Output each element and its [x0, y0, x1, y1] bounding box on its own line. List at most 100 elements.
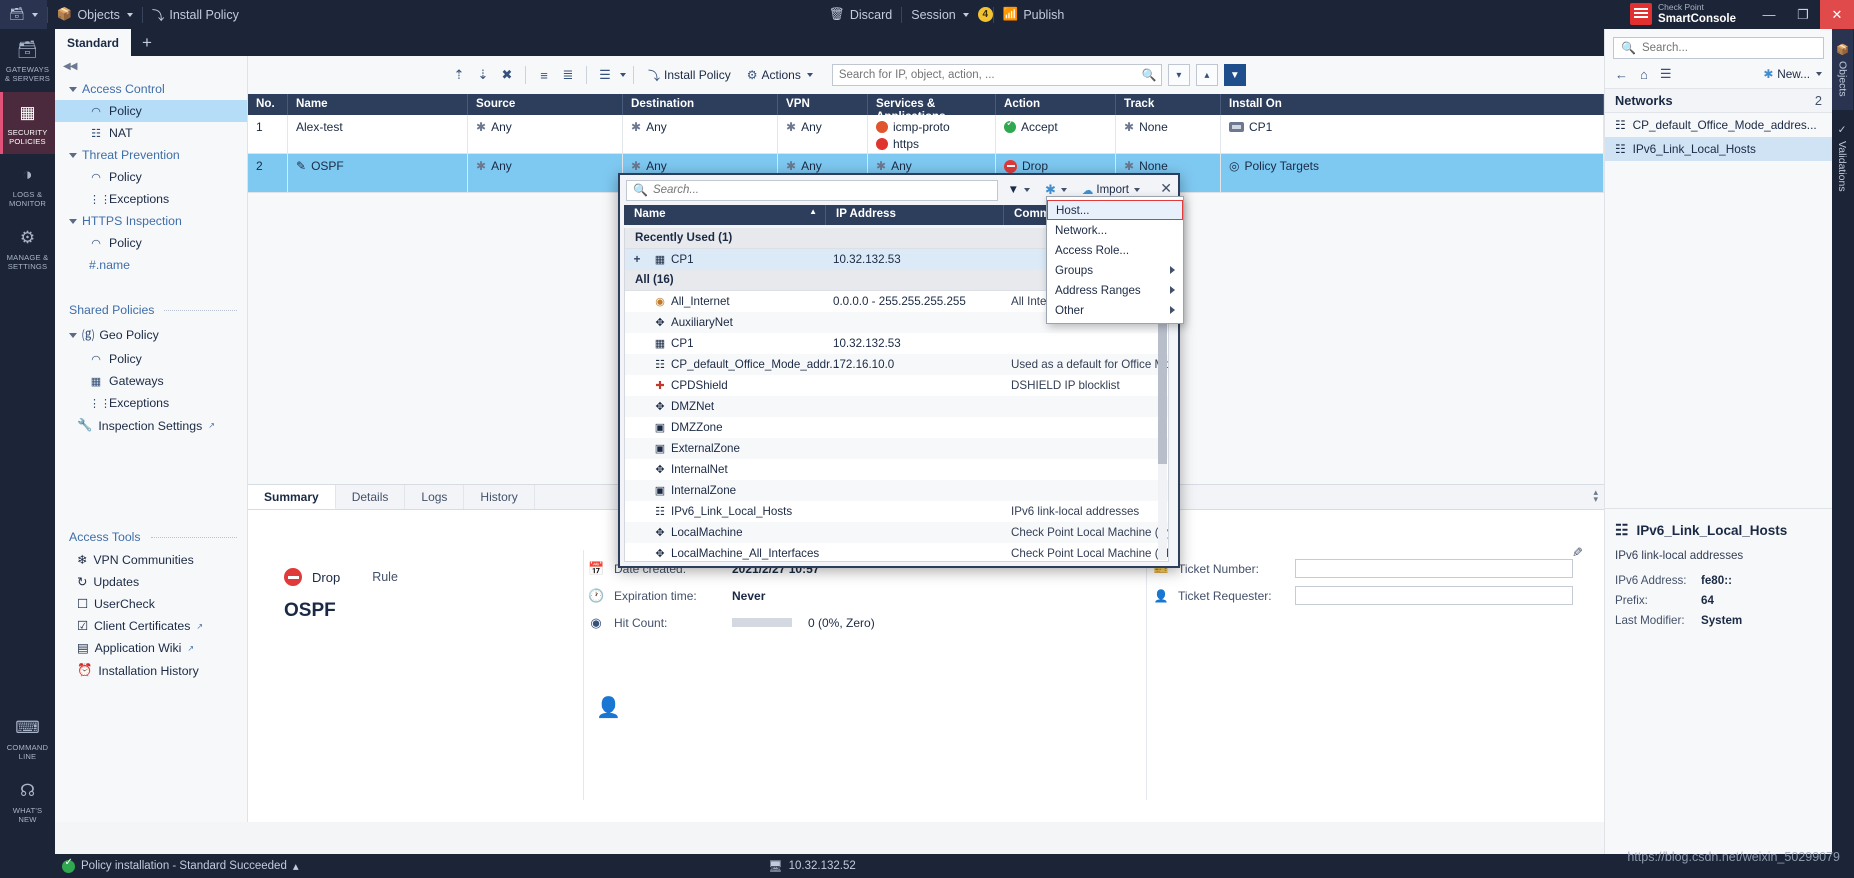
- tab-details[interactable]: Details: [336, 485, 406, 509]
- col-object-name[interactable]: Name ▲: [624, 205, 826, 225]
- nav-item-nat[interactable]: ☷ NAT: [55, 122, 247, 144]
- tab-logs[interactable]: Logs: [405, 485, 465, 509]
- nav-item-geo-exceptions[interactable]: ⋮⋮ Exceptions: [55, 392, 247, 414]
- list-item[interactable]: ▦ CP1 10.32.132.53: [625, 333, 1168, 354]
- menu-item-address-ranges[interactable]: Address Ranges: [1047, 280, 1183, 300]
- col-no[interactable]: No.: [248, 94, 288, 115]
- list-view-icon[interactable]: ☰: [1660, 66, 1672, 82]
- rail-item-whats-new[interactable]: ☊ WHAT'S NEW: [0, 770, 55, 833]
- add-rule-above-icon[interactable]: ⇡: [448, 64, 470, 86]
- vtab-validations[interactable]: ✓ Validations: [1832, 110, 1852, 206]
- list-item[interactable]: ☷ CP_default_Office_Mode_addres...: [1605, 113, 1832, 137]
- nav-group-geo-policy[interactable]: ⒢ Geo Policy: [55, 322, 247, 348]
- rule-search-box[interactable]: 🔍: [831, 64, 1162, 86]
- col-source[interactable]: Source: [468, 94, 623, 115]
- new-object-button[interactable]: ✱ New...: [1763, 67, 1822, 81]
- nav-item-updates[interactable]: ↻ Updates: [55, 571, 247, 593]
- list-item[interactable]: ▣ ExternalZone: [625, 438, 1168, 459]
- menu-item-groups[interactable]: Groups: [1047, 260, 1183, 280]
- delete-rule-icon[interactable]: ✖: [496, 64, 518, 86]
- ticket-number-input[interactable]: [1295, 559, 1573, 578]
- tab-summary[interactable]: Summary: [248, 485, 336, 509]
- objects-search-box[interactable]: 🔍: [1613, 37, 1824, 59]
- list-item[interactable]: ✚ CPDShield DSHIELD IP blocklist: [625, 375, 1168, 396]
- back-icon[interactable]: ←: [1615, 67, 1628, 82]
- ticket-requester-input[interactable]: [1295, 586, 1573, 605]
- col-action[interactable]: Action: [996, 94, 1116, 115]
- nav-group-https-inspection[interactable]: HTTPS Inspection: [55, 210, 247, 232]
- nav-item-client-certificates[interactable]: ☑ Client Certificates ↗: [55, 615, 247, 637]
- nav-item-vpn-communities[interactable]: ❄ VPN Communities: [55, 549, 247, 571]
- menu-item-network[interactable]: Network...: [1047, 220, 1183, 240]
- col-object-ip[interactable]: IP Address: [826, 205, 1004, 225]
- add-rule-below-icon[interactable]: ⇣: [472, 64, 494, 86]
- list-item[interactable]: ☷ IPv6_Link_Local_Hosts IPv6 link-local …: [625, 501, 1168, 522]
- nav-group-access-control[interactable]: Access Control: [55, 78, 247, 100]
- rule-search-input[interactable]: [832, 65, 1128, 85]
- list-item[interactable]: ☷ CP_default_Office_Mode_addr... 172.16.…: [625, 354, 1168, 375]
- expand-icon[interactable]: +: [625, 253, 649, 266]
- rail-item-command-line[interactable]: ⌨ COMMAND LINE: [0, 707, 55, 770]
- list-icon[interactable]: ☰: [594, 64, 616, 86]
- menu-item-other[interactable]: Other: [1047, 300, 1183, 320]
- object-search-input[interactable]: [652, 180, 997, 200]
- list-item[interactable]: ✥ DMZNet: [625, 396, 1168, 417]
- list-item[interactable]: ✥ LocalMachine_All_Interfaces Check Poin…: [625, 543, 1168, 561]
- chevron-up-icon[interactable]: ▴: [293, 859, 299, 873]
- rail-item-logs-monitor[interactable]: ◑ LOGS & MONITOR: [0, 154, 55, 217]
- actions-menu-button[interactable]: ⚙ Actions: [740, 66, 820, 84]
- objects-menu-button[interactable]: 📦 Objects: [48, 0, 142, 29]
- nav-item-threat-policy[interactable]: ◠ Policy: [55, 166, 247, 188]
- nav-item-usercheck[interactable]: ☐ UserCheck: [55, 593, 247, 615]
- col-install-on[interactable]: Install On: [1221, 94, 1604, 115]
- nav-item-threat-exceptions[interactable]: ⋮⋮ Exceptions: [55, 188, 247, 210]
- list-item[interactable]: ✥ LocalMachine Check Point Local Machine…: [625, 522, 1168, 543]
- nav-item-geo-gateways[interactable]: ▦ Gateways: [55, 370, 247, 392]
- list-item[interactable]: ✥ InternalNet: [625, 459, 1168, 480]
- publish-button[interactable]: 📶 Publish: [994, 0, 1074, 29]
- col-name[interactable]: Name: [288, 94, 468, 115]
- add-section-icon[interactable]: ≡: [533, 64, 555, 86]
- nav-group-threat-prevention[interactable]: Threat Prevention: [55, 144, 247, 166]
- col-vpn[interactable]: VPN: [778, 94, 868, 115]
- tab-standard[interactable]: Standard: [55, 29, 131, 56]
- rail-item-security-policies[interactable]: ▦ SECURITY POLICIES: [0, 91, 55, 154]
- menu-item-access-role[interactable]: Access Role...: [1047, 240, 1183, 260]
- install-policy-button[interactable]: ⤵ Install Policy: [143, 0, 248, 29]
- object-search-box[interactable]: 🔍: [626, 179, 998, 201]
- close-icon[interactable]: ✕: [1160, 180, 1172, 197]
- dialog-filter-button[interactable]: ▼: [1003, 182, 1035, 198]
- table-row[interactable]: 1 Alex-test ✱ Any ✱ Any ✱ Any icmp-proto…: [248, 115, 1604, 154]
- nav-item-application-wiki[interactable]: ▤ Application Wiki ↗: [55, 637, 247, 659]
- detail-scroll-arrows[interactable]: ▴ ▾: [1593, 488, 1598, 504]
- app-menu-button[interactable]: 🗃: [0, 0, 47, 29]
- list-item[interactable]: ▣ InternalZone: [625, 480, 1168, 501]
- edit-pencil-icon[interactable]: ✎: [1569, 547, 1585, 558]
- col-destination[interactable]: Destination: [623, 94, 778, 115]
- list-item[interactable]: ☷ IPv6_Link_Local_Hosts: [1605, 137, 1832, 161]
- search-icon[interactable]: 🔍: [1142, 68, 1157, 82]
- nav-item-https-policy[interactable]: ◠ Policy: [55, 232, 247, 254]
- status-message-group[interactable]: Policy installation - Standard Succeeded…: [62, 857, 299, 873]
- collapse-panel-button[interactable]: ◀◀: [55, 58, 247, 78]
- session-button[interactable]: Session: [902, 0, 977, 29]
- search-history-button[interactable]: ▾: [1167, 64, 1190, 86]
- maximize-button[interactable]: ❐: [1786, 0, 1820, 29]
- col-services[interactable]: Services & Applications: [868, 94, 996, 123]
- nav-item-access-control-policy[interactable]: ◠ Policy: [55, 100, 247, 122]
- col-track[interactable]: Track: [1116, 94, 1221, 115]
- discard-button[interactable]: 🗑 Discard: [820, 0, 901, 29]
- nav-item-geo-policy[interactable]: ◠ Policy: [55, 348, 247, 370]
- install-policy-button-toolbar[interactable]: ⤵ Install Policy: [641, 65, 738, 86]
- nav-item-installation-history[interactable]: ⏰ Installation History: [55, 659, 247, 682]
- merge-icon[interactable]: ≣: [557, 64, 579, 86]
- home-icon[interactable]: ⌂: [1640, 67, 1648, 82]
- minimize-button[interactable]: —: [1752, 0, 1786, 29]
- vtab-objects[interactable]: 📦 Objects: [1832, 29, 1853, 111]
- filter-button[interactable]: ▼: [1223, 64, 1246, 86]
- nav-item-name-placeholder[interactable]: #.name: [55, 254, 247, 276]
- list-item[interactable]: ▣ DMZZone: [625, 417, 1168, 438]
- menu-item-host[interactable]: Host...: [1047, 200, 1183, 220]
- close-button[interactable]: ✕: [1820, 0, 1854, 29]
- rail-item-manage-settings[interactable]: ⚙ MANAGE & SETTINGS: [0, 217, 55, 280]
